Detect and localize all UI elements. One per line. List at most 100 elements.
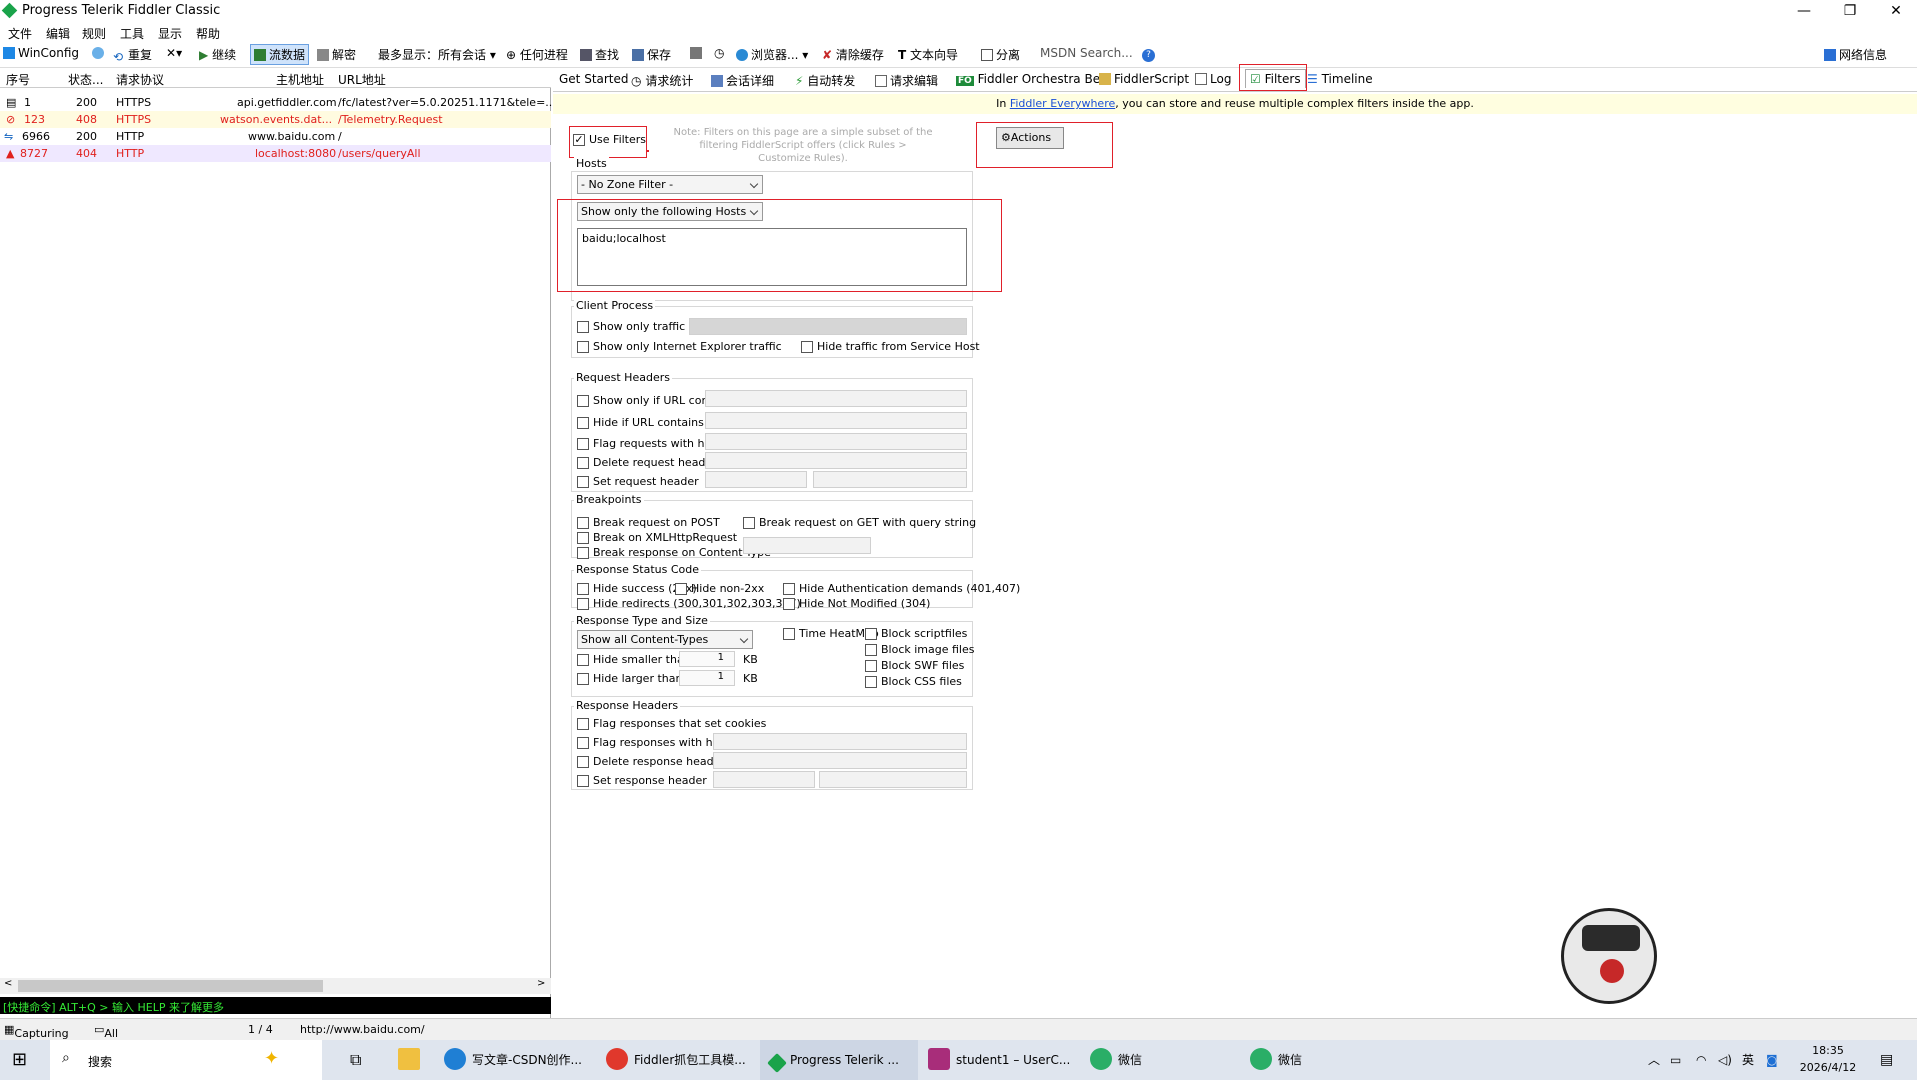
process-filter[interactable]: ▭ All Processes (94, 1023, 159, 1053)
taskbar-app-wechat[interactable]: 微信 (1090, 1040, 1142, 1080)
hide-url-field[interactable] (705, 412, 967, 429)
block-css-checkbox[interactable] (865, 676, 877, 688)
screenshot-button[interactable] (690, 46, 705, 60)
qq-icon[interactable]: ◙ (1766, 1040, 1778, 1080)
session-row[interactable]: ⊘ 123 408 HTTPS watson.events.dat... /Te… (0, 111, 551, 128)
notification-icon[interactable]: ▤ (1880, 1040, 1893, 1080)
url-contains-checkbox[interactable] (577, 395, 589, 407)
taskbar-app-intellij[interactable]: student1 – UserC... (928, 1040, 1070, 1080)
tab-get-started[interactable]: Get Started (559, 72, 629, 86)
set-resp-name-field[interactable] (713, 771, 815, 788)
flag-req-field[interactable] (705, 433, 967, 450)
fiddler-everywhere-link[interactable]: Fiddler Everywhere (1010, 97, 1115, 110)
hide-auth-checkbox[interactable] (783, 583, 795, 595)
break-xhr-checkbox[interactable] (577, 532, 589, 544)
task-view-icon[interactable]: ⧉ (350, 1040, 361, 1080)
tab-fiddlerscript[interactable]: FiddlerScript (1099, 72, 1189, 86)
menu-edit[interactable]: 编辑 (46, 25, 70, 42)
hide-smaller-checkbox[interactable] (577, 654, 589, 666)
delete-req-checkbox[interactable] (577, 457, 589, 469)
tray-chevron-icon[interactable]: ︿ (1648, 1040, 1660, 1080)
hide-smaller-stepper[interactable]: 1 (679, 651, 735, 667)
break-post-checkbox[interactable] (577, 517, 589, 529)
set-req-checkbox[interactable] (577, 476, 589, 488)
delete-resp-field[interactable] (713, 752, 967, 769)
go-button[interactable]: ▶ 继续 (199, 46, 236, 63)
block-swf-checkbox[interactable] (865, 660, 877, 672)
menu-help[interactable]: 帮助 (196, 25, 220, 42)
hide-304-checkbox[interactable] (783, 598, 795, 610)
clock-time[interactable]: 18:35 (1788, 1044, 1868, 1057)
menu-tools[interactable]: 工具 (120, 25, 144, 42)
tab-orchestra[interactable]: FO Fiddler Orchestra Beta (956, 72, 1112, 86)
taskbar-app-wechat-2[interactable]: 微信 (1250, 1040, 1302, 1080)
col-protocol[interactable]: 请求协议 (116, 71, 164, 88)
any-process-button[interactable]: ⊕ 任何进程 (506, 46, 568, 63)
col-url[interactable]: URL地址 (338, 71, 386, 88)
restore-button[interactable]: ❐ (1827, 0, 1873, 22)
msdn-search-input[interactable]: MSDN Search... (1040, 46, 1133, 60)
tab-inspectors[interactable]: 会话详细 (711, 72, 774, 89)
winconfig-button[interactable]: WinConfig (3, 46, 79, 60)
content-types-select[interactable]: Show all Content-Types (577, 630, 753, 649)
menu-file[interactable]: 文件 (8, 25, 32, 42)
stream-button[interactable]: 流数据 (250, 44, 310, 65)
tab-statistics[interactable]: ◷ 请求统计 (631, 72, 693, 89)
menu-rules[interactable]: 规则 (82, 25, 106, 42)
set-req-value-field[interactable] (813, 471, 967, 488)
flag-resp-checkbox[interactable] (577, 737, 589, 749)
taskbar-app-fiddler-active[interactable]: Progress Telerik ... (760, 1040, 918, 1080)
hide-redirects-checkbox[interactable] (577, 598, 589, 610)
tab-autoresponder[interactable]: ⚡ 自动转发 (795, 72, 855, 89)
col-id[interactable]: 序号 (6, 71, 30, 88)
clear-cache-button[interactable]: ✘ 清除缓存 (822, 46, 884, 63)
hide-larger-stepper[interactable]: 1 (679, 670, 735, 686)
ime-indicator[interactable]: 英 (1742, 1040, 1754, 1080)
tray-device-icon[interactable]: ▭ (1670, 1040, 1681, 1080)
close-button[interactable]: ✕ (1873, 0, 1917, 22)
taskbar-app-chrome[interactable]: Fiddler抓包工具模... (606, 1040, 746, 1080)
set-resp-checkbox[interactable] (577, 775, 589, 787)
break-get-checkbox[interactable] (743, 517, 755, 529)
hide-url-checkbox[interactable] (577, 417, 589, 429)
set-resp-value-field[interactable] (819, 771, 967, 788)
comment-button[interactable] (92, 46, 107, 60)
keep-sessions-dropdown[interactable]: 最多显示：所有会话 ▾ (378, 46, 496, 63)
tab-composer[interactable]: 请求编辑 (875, 72, 938, 89)
online-button[interactable]: 网络信息 (1824, 46, 1887, 63)
clock-date[interactable]: 2026/4/12 (1788, 1061, 1868, 1074)
flag-cookies-checkbox[interactable] (577, 718, 589, 730)
tab-timeline[interactable]: ☰ Timeline (1307, 72, 1373, 86)
flag-req-checkbox[interactable] (577, 438, 589, 450)
horizontal-scrollbar[interactable]: < > (0, 978, 551, 994)
remove-button[interactable]: ✕▾ (166, 46, 182, 60)
ie-only-checkbox[interactable] (577, 341, 589, 353)
menu-view[interactable]: 显示 (158, 25, 182, 42)
col-host[interactable]: 主机地址 (276, 71, 324, 88)
delete-resp-checkbox[interactable] (577, 756, 589, 768)
quickexec-box[interactable]: [快捷命令] ALT+Q > 输入 HELP 来了解更多 (0, 997, 551, 1014)
wifi-icon[interactable]: ◠ (1696, 1040, 1706, 1080)
save-button[interactable]: 保存 (632, 46, 671, 63)
delete-req-field[interactable] (705, 452, 967, 469)
find-button[interactable]: 查找 (580, 46, 619, 63)
text-wizard-button[interactable]: T 文本向导 (898, 46, 958, 63)
hide-service-host-checkbox[interactable] (801, 341, 813, 353)
break-ct-checkbox[interactable] (577, 547, 589, 559)
scrollbar-thumb[interactable] (18, 980, 323, 992)
url-contains-field[interactable] (705, 390, 967, 407)
session-row[interactable]: ⇋ 6966 200 HTTP www.baidu.com / (0, 128, 551, 145)
block-image-checkbox[interactable] (865, 644, 877, 656)
help-icon[interactable]: ? (1142, 46, 1155, 62)
hide-larger-checkbox[interactable] (577, 673, 589, 685)
minimize-button[interactable]: — (1781, 0, 1827, 22)
browse-button[interactable]: 浏览器... ▾ (736, 46, 808, 63)
tearoff-button[interactable]: 分离 (981, 46, 1020, 63)
block-script-checkbox[interactable] (865, 628, 877, 640)
hide-2xx-checkbox[interactable] (577, 583, 589, 595)
tab-log[interactable]: Log (1195, 72, 1231, 86)
taskbar-app-edge[interactable]: 写文章-CSDN创作... (444, 1040, 582, 1080)
process-select[interactable] (689, 318, 967, 335)
traffic-from-checkbox[interactable] (577, 321, 589, 333)
scroll-left-icon[interactable]: < (4, 978, 12, 989)
